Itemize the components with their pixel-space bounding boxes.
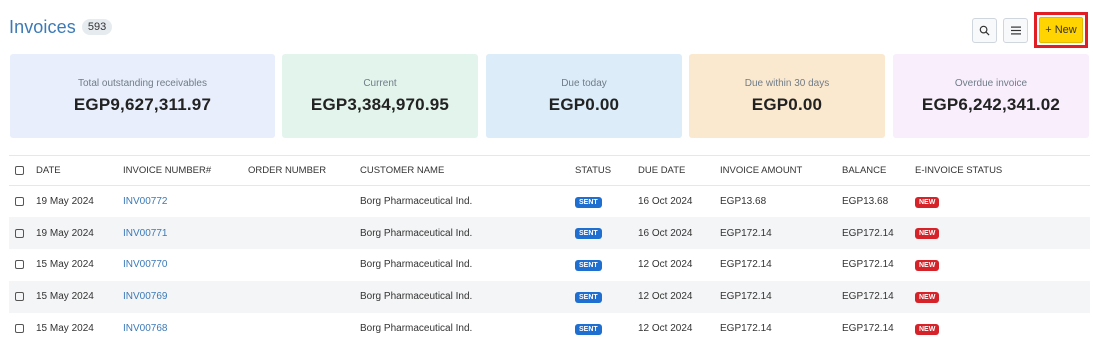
table-row[interactable]: 19 May 2024 INV00772 Borg Pharmaceutical…	[9, 186, 1090, 218]
new-button-highlight: + New	[1034, 12, 1088, 48]
cell-customer-name: Borg Pharmaceutical Ind.	[360, 259, 473, 271]
e-invoice-status-badge: NEW	[915, 323, 940, 335]
column-header-status[interactable]: STATUS	[575, 156, 638, 186]
cell-order-number	[248, 281, 360, 313]
cell-date: 15 May 2024	[36, 323, 94, 335]
search-button[interactable]	[972, 17, 997, 43]
menu-button[interactable]	[1003, 17, 1028, 43]
e-invoice-status-badge: NEW	[915, 228, 940, 240]
toolbar-actions: + New	[972, 12, 1088, 48]
row-checkbox[interactable]	[15, 197, 24, 206]
cell-invoice-amount: EGP172.14	[720, 259, 772, 271]
invoice-table: DATE INVOICE NUMBER# ORDER NUMBER CUSTOM…	[9, 155, 1090, 344]
cell-date: 19 May 2024	[36, 196, 94, 208]
invoice-number-link[interactable]: INV00770	[123, 249, 248, 281]
cell-invoice-amount: EGP172.14	[720, 291, 772, 303]
status-badge-sent: SENT	[575, 259, 602, 271]
card-value: EGP3,384,970.95	[310, 94, 450, 114]
cell-date: 15 May 2024	[36, 259, 94, 271]
invoice-number-link[interactable]: INV00772	[123, 186, 248, 218]
status-badge-sent: SENT	[575, 291, 602, 303]
row-checkbox[interactable]	[15, 228, 24, 238]
column-header-customer-name[interactable]: CUSTOMER NAME	[360, 156, 575, 186]
cell-date: 15 May 2024	[36, 291, 94, 303]
e-invoice-status-badge: NEW	[915, 259, 940, 271]
cell-balance: EGP13.68	[842, 196, 889, 208]
cell-due-date: 16 Oct 2024	[638, 196, 693, 208]
summary-card-total-outstanding: Total outstanding receivables EGP9,627,3…	[10, 54, 275, 138]
status-badge-sent: SENT	[575, 196, 602, 208]
cell-due-date: 12 Oct 2024	[638, 291, 693, 303]
table-row[interactable]: 19 May 2024 INV00771 Borg Pharmaceutical…	[9, 217, 1090, 250]
column-header-order-number[interactable]: ORDER NUMBER	[248, 156, 360, 186]
cell-customer-name: Borg Pharmaceutical Ind.	[360, 196, 473, 208]
status-badge-sent: SENT	[575, 228, 602, 240]
card-value: EGP0.00	[548, 94, 620, 114]
cell-order-number	[248, 186, 360, 218]
invoice-number-link[interactable]: INV00768	[123, 313, 248, 345]
invoice-number-link[interactable]: INV00771	[123, 217, 248, 249]
card-value: EGP6,242,341.02	[921, 94, 1061, 114]
card-value: EGP0.00	[751, 94, 823, 114]
column-header-invoice-number[interactable]: INVOICE NUMBER#	[123, 156, 248, 186]
column-header-balance[interactable]: BALANCE	[842, 156, 915, 186]
card-label: Due today	[561, 77, 607, 89]
column-header-e-invoice-status[interactable]: E-INVOICE STATUS	[915, 156, 1090, 186]
summary-card-due-30-days: Due within 30 days EGP0.00	[689, 54, 885, 138]
page-title: Invoices	[9, 16, 76, 37]
cell-customer-name: Borg Pharmaceutical Ind.	[360, 323, 473, 335]
e-invoice-status-badge: NEW	[915, 291, 940, 303]
table-row[interactable]: 15 May 2024 INV00768 Borg Pharmaceutical…	[9, 313, 1090, 345]
card-label: Overdue invoice	[954, 77, 1028, 89]
invoice-number-link[interactable]: INV00769	[123, 281, 248, 313]
invoice-count-badge: 593	[81, 19, 113, 35]
cell-order-number	[248, 217, 360, 249]
cell-balance: EGP172.14	[842, 227, 894, 239]
cell-due-date: 16 Oct 2024	[638, 227, 693, 239]
status-badge-sent: SENT	[575, 323, 602, 335]
column-header-date[interactable]: DATE	[36, 156, 123, 186]
card-label: Due within 30 days	[744, 77, 830, 89]
hamburger-menu-icon	[1010, 26, 1021, 34]
cell-order-number	[248, 313, 360, 345]
card-label: Total outstanding receivables	[78, 77, 207, 89]
new-invoice-button[interactable]: + New	[1039, 17, 1083, 43]
table-row[interactable]: 15 May 2024 INV00770 Borg Pharmaceutical…	[9, 249, 1090, 281]
cell-due-date: 12 Oct 2024	[638, 259, 693, 271]
cell-balance: EGP172.14	[842, 291, 894, 303]
table-header-row: DATE INVOICE NUMBER# ORDER NUMBER CUSTOM…	[9, 155, 1090, 186]
cell-balance: EGP172.14	[842, 323, 894, 335]
cell-customer-name: Borg Pharmaceutical Ind.	[360, 227, 473, 239]
table-row[interactable]: 15 May 2024 INV00769 Borg Pharmaceutical…	[9, 280, 1090, 313]
cell-balance: EGP172.14	[842, 259, 894, 271]
cell-invoice-amount: EGP172.14	[720, 323, 772, 335]
summary-card-current: Current EGP3,384,970.95	[282, 54, 478, 138]
page-header: Invoices 593	[9, 14, 113, 40]
select-all-checkbox[interactable]	[15, 165, 24, 175]
row-checkbox[interactable]	[15, 260, 24, 270]
summary-card-due-today: Due today EGP0.00	[486, 54, 682, 138]
card-value: EGP9,627,311.97	[73, 94, 212, 114]
column-header-invoice-amount[interactable]: INVOICE AMOUNT	[720, 156, 842, 186]
row-checkbox[interactable]	[15, 292, 24, 302]
row-checkbox[interactable]	[15, 323, 24, 333]
cell-date: 19 May 2024	[36, 227, 94, 239]
cell-invoice-amount: EGP172.14	[720, 227, 772, 239]
summary-card-overdue: Overdue invoice EGP6,242,341.02	[893, 54, 1089, 138]
cell-invoice-amount: EGP13.68	[720, 196, 767, 208]
card-label: Current	[363, 77, 397, 89]
search-icon	[979, 25, 990, 36]
cell-order-number	[248, 249, 360, 281]
column-header-due-date[interactable]: DUE DATE	[638, 156, 720, 186]
cell-due-date: 12 Oct 2024	[638, 323, 693, 335]
cell-customer-name: Borg Pharmaceutical Ind.	[360, 291, 473, 303]
e-invoice-status-badge: NEW	[915, 196, 940, 208]
